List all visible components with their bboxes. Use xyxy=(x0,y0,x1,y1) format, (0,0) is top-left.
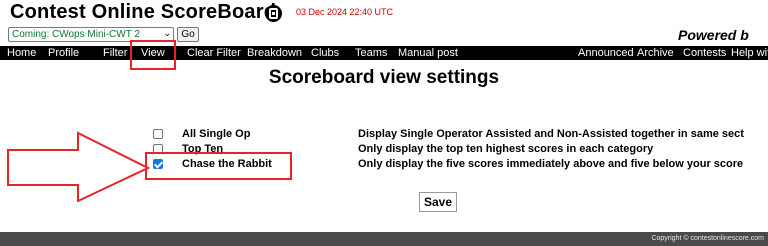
chevron-down-icon: ⌄ xyxy=(163,28,171,38)
nav-archive[interactable]: Archive xyxy=(637,46,674,60)
chase-rabbit-highlight-box xyxy=(145,152,292,180)
option-description: Display Single Operator Assisted and Non… xyxy=(358,128,744,140)
timestamp: 03 Dec 2024 22:40 UTC xyxy=(296,7,394,17)
nav-manual-post[interactable]: Manual post xyxy=(398,46,458,60)
nav-clear-filter[interactable]: Clear Filter xyxy=(187,46,241,60)
nav-help[interactable]: Help wit xyxy=(731,46,768,60)
option-description: Only display the five scores immediately… xyxy=(358,158,744,170)
nav-bar: Home Profile Filter View Clear Filter Br… xyxy=(0,46,768,60)
nav-teams[interactable]: Teams xyxy=(355,46,387,60)
nav-home[interactable]: Home xyxy=(7,46,36,60)
nav-clubs[interactable]: Clubs xyxy=(311,46,339,60)
copyright[interactable]: Copyright © contestonlinescore.com xyxy=(651,235,764,242)
save-button[interactable]: Save xyxy=(419,192,457,212)
arrow-right-icon xyxy=(7,131,151,202)
option-label: All Single Op xyxy=(182,128,251,140)
option-description: Only display the top ten highest scores … xyxy=(358,143,654,155)
nav-filter[interactable]: Filter xyxy=(103,46,127,60)
footer: Copyright © contestonlinescore.com xyxy=(0,232,768,246)
nav-contests[interactable]: Contests xyxy=(683,46,726,60)
go-button[interactable]: Go xyxy=(177,27,199,42)
powered-by: Powered b xyxy=(678,27,749,43)
view-highlight-box xyxy=(130,40,176,70)
nav-profile[interactable]: Profile xyxy=(48,46,79,60)
site-header: Contest Online ScoreBoard xyxy=(10,0,276,24)
contest-select-value: Coming: CWops Mini-CWT 2 xyxy=(12,29,140,40)
nav-breakdown[interactable]: Breakdown xyxy=(247,46,302,60)
site-title[interactable]: Contest Online ScoreBoard xyxy=(10,1,276,24)
phone-icon xyxy=(265,5,282,22)
nav-announced[interactable]: Announced xyxy=(578,46,634,60)
page-title: Scoreboard view settings xyxy=(268,67,500,88)
